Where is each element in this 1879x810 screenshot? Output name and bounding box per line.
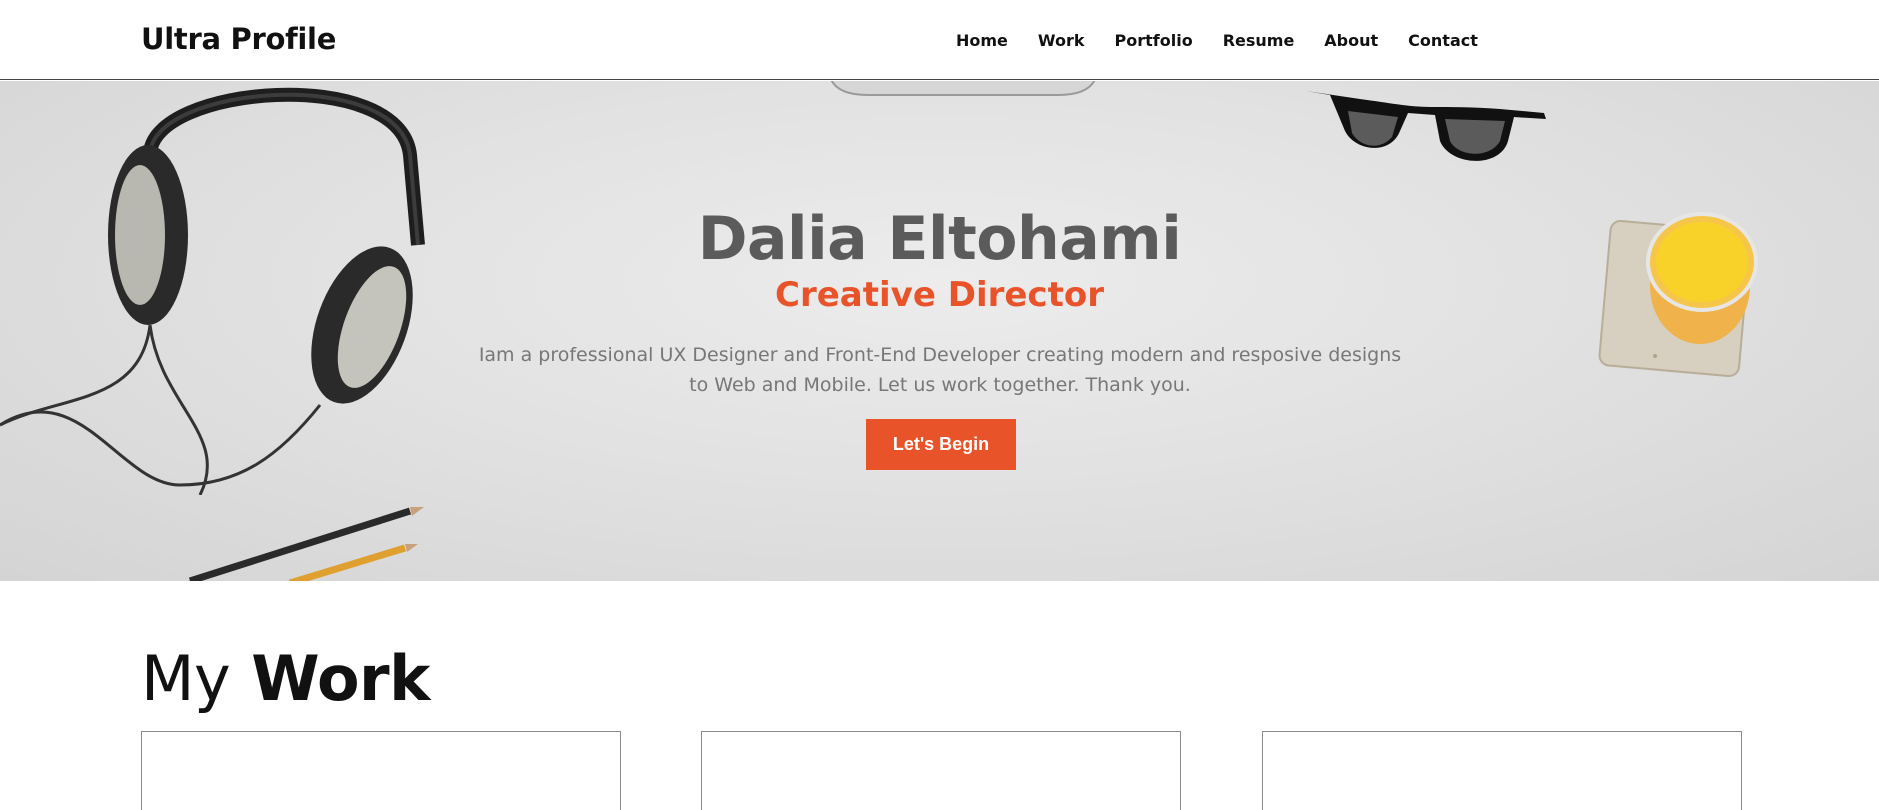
work-card[interactable] bbox=[701, 731, 1181, 810]
section-title-light: My bbox=[141, 642, 231, 715]
glasses-image bbox=[1306, 91, 1546, 161]
main-nav: Home Work Portfolio Resume About Contact bbox=[956, 31, 1508, 50]
hero-section: Dalia Eltohami Creative Director Iam a p… bbox=[0, 81, 1879, 581]
work-card[interactable] bbox=[1262, 731, 1742, 810]
nav-portfolio[interactable]: Portfolio bbox=[1115, 31, 1193, 50]
nav-contact[interactable]: Contact bbox=[1408, 31, 1478, 50]
section-title: My Work bbox=[141, 642, 430, 715]
hero-description: Iam a professional UX Designer and Front… bbox=[478, 344, 1402, 396]
pencils-image bbox=[188, 507, 424, 581]
section-title-bold: Work bbox=[251, 642, 430, 715]
nav-home[interactable]: Home bbox=[956, 31, 1008, 50]
hero-role: Creative Director bbox=[775, 275, 1104, 315]
nav-resume[interactable]: Resume bbox=[1223, 31, 1295, 50]
lets-begin-button[interactable]: Let's Begin bbox=[866, 419, 1016, 470]
laptop-edge-image bbox=[830, 81, 1096, 96]
hero-name: Dalia Eltohami bbox=[697, 204, 1182, 274]
brand-logo[interactable]: Ultra Profile bbox=[141, 22, 336, 56]
site-header: Ultra Profile Home Work Portfolio Resume… bbox=[0, 0, 1879, 80]
nav-work[interactable]: Work bbox=[1038, 31, 1085, 50]
work-card[interactable] bbox=[141, 731, 621, 810]
nav-about[interactable]: About bbox=[1324, 31, 1378, 50]
